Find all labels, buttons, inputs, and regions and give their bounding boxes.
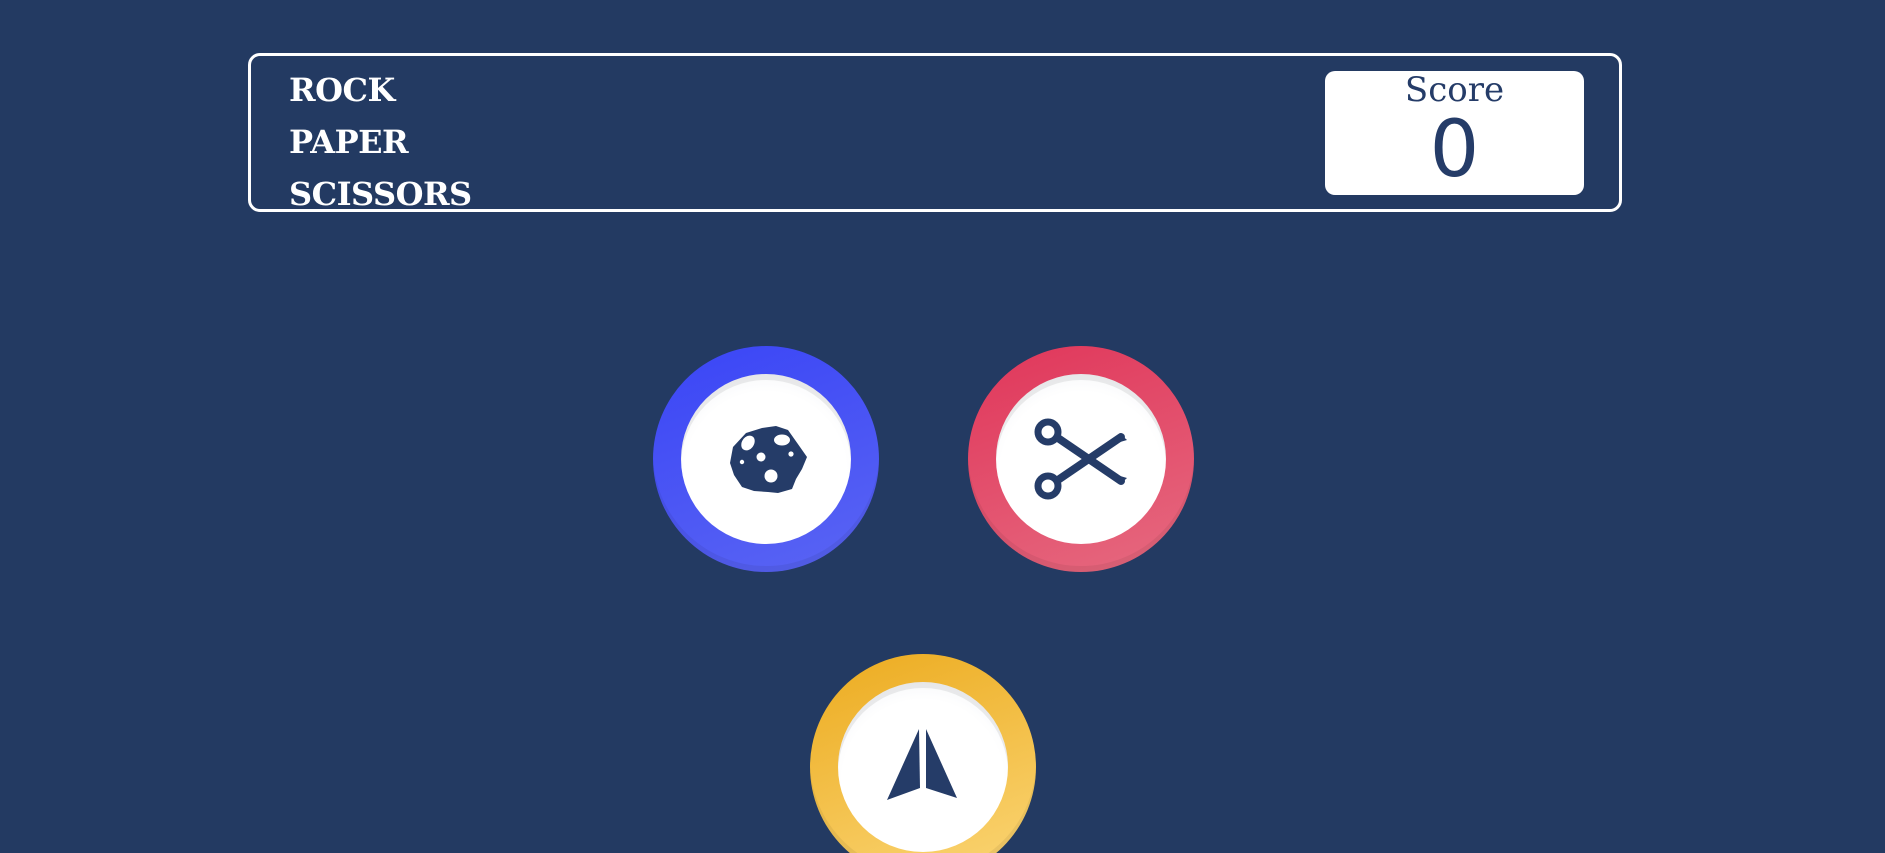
game-title: ROCK PAPER SCISSORS [289,64,472,220]
title-line-scissors: SCISSORS [289,175,472,213]
title-line-rock: ROCK [289,71,395,109]
title-line-paper: PAPER [289,123,409,161]
scissors-icon [1034,418,1127,500]
rock-choice-inner [681,374,851,544]
paper-choice-button[interactable] [810,654,1036,853]
paper-choice-inner [838,682,1008,852]
score-value: 0 [1429,105,1480,195]
rock-icon [730,426,807,493]
score-box: Score 0 [1325,71,1584,195]
scissors-choice-inner [996,374,1166,544]
paper-plane-icon [887,729,957,800]
game-header: ROCK PAPER SCISSORS Score 0 [248,53,1622,213]
rock-choice-button[interactable] [653,346,879,572]
score-label: Score [1404,70,1505,110]
scissors-choice-button[interactable] [968,346,1194,572]
